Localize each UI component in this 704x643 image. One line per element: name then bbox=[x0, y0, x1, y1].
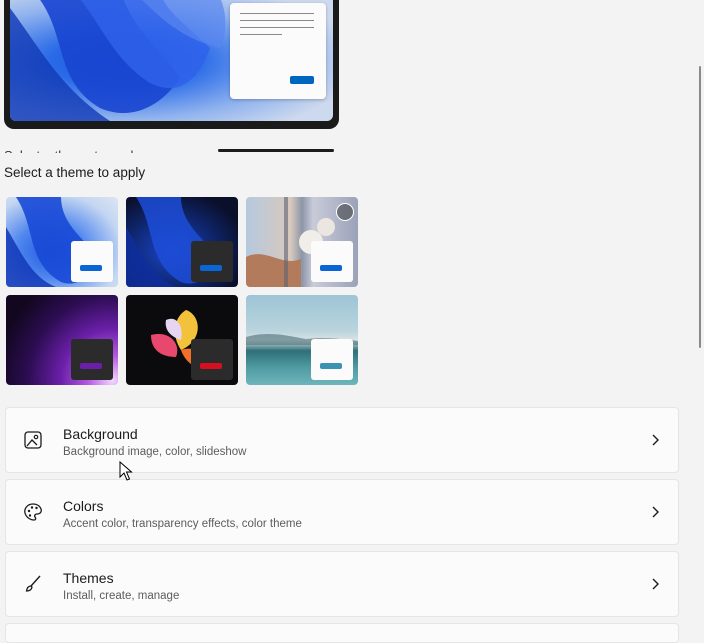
card-subtitle: Install, create, manage bbox=[63, 590, 180, 602]
preview-dialog-button bbox=[290, 76, 314, 84]
next-setting-card[interactable] bbox=[5, 623, 679, 643]
preview-wallpaper bbox=[10, 0, 333, 121]
card-title: Colors bbox=[63, 498, 104, 514]
card-title: Background bbox=[63, 426, 138, 442]
theme-window-sample bbox=[191, 241, 233, 282]
theme-window-sample bbox=[311, 241, 353, 282]
card-subtitle: Accent color, transparency effects, colo… bbox=[63, 518, 302, 530]
background-setting-card[interactable]: Background Background image, color, slid… bbox=[5, 407, 679, 473]
brush-icon bbox=[25, 575, 41, 592]
theme-window-sample bbox=[191, 339, 233, 380]
theme-tile-windows-light[interactable] bbox=[6, 197, 118, 287]
theme-tile-flow[interactable] bbox=[126, 295, 238, 385]
palette-icon bbox=[24, 503, 42, 521]
theme-tile-sunrise[interactable] bbox=[246, 295, 358, 385]
scroll-artifact-text: Select a theme to apply bbox=[4, 145, 140, 153]
chevron-right-icon bbox=[652, 578, 659, 590]
card-subtitle: Background image, color, slideshow bbox=[63, 446, 247, 458]
mouse-cursor-icon bbox=[119, 461, 133, 481]
theme-tile-windows-dark[interactable] bbox=[126, 197, 238, 287]
chevron-right-icon bbox=[652, 506, 659, 518]
vertical-scrollbar[interactable] bbox=[699, 66, 701, 348]
theme-window-sample bbox=[71, 339, 113, 380]
theme-preview bbox=[4, 0, 339, 129]
theme-window-sample bbox=[311, 339, 353, 380]
theme-tile-glow[interactable] bbox=[246, 197, 358, 287]
themes-setting-card[interactable]: Themes Install, create, manage bbox=[5, 551, 679, 617]
section-title: Select a theme to apply bbox=[4, 165, 146, 180]
image-icon bbox=[24, 431, 42, 449]
chevron-right-icon bbox=[652, 434, 659, 446]
preview-dialog-window bbox=[230, 3, 326, 99]
sync-badge-icon bbox=[336, 203, 354, 221]
colors-setting-card[interactable]: Colors Accent color, transparency effect… bbox=[5, 479, 679, 545]
theme-window-sample bbox=[71, 241, 113, 282]
card-title: Themes bbox=[63, 570, 114, 586]
scroll-artifact-bar bbox=[218, 149, 334, 152]
theme-tile-captured-motion[interactable] bbox=[6, 295, 118, 385]
